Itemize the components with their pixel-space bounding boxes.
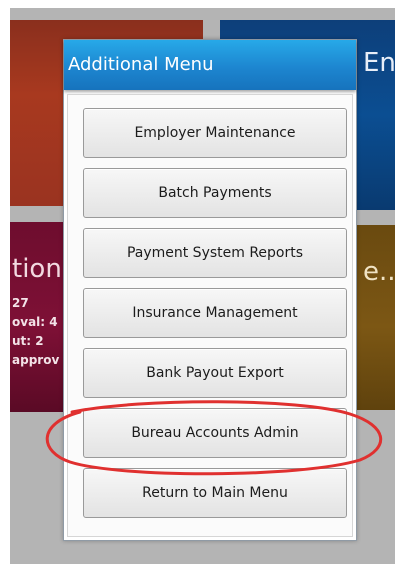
additional-menu-dialog: Additional Menu Employer Maintenance Bat… xyxy=(63,39,357,541)
batch-payments-button[interactable]: Batch Payments xyxy=(83,168,347,218)
tile-title: tion xyxy=(12,254,62,284)
tile-stat-line: ut: 2 xyxy=(12,334,44,348)
tile-stats: 27 oval: 4 ut: 2 approv xyxy=(12,294,59,370)
tile-title: e... xyxy=(363,257,395,287)
tile-stat-line: oval: 4 xyxy=(12,315,58,329)
tile-stat-line: approv xyxy=(12,353,60,367)
bureau-accounts-admin-button[interactable]: Bureau Accounts Admin xyxy=(83,408,347,458)
return-to-main-menu-button[interactable]: Return to Main Menu xyxy=(83,468,347,518)
bank-payout-export-button[interactable]: Bank Payout Export xyxy=(83,348,347,398)
payment-system-reports-button[interactable]: Payment System Reports xyxy=(83,228,347,278)
dialog-title: Additional Menu xyxy=(64,40,356,90)
dialog-body: Employer Maintenance Batch Payments Paym… xyxy=(67,94,353,537)
employer-maintenance-button[interactable]: Employer Maintenance xyxy=(83,108,347,158)
insurance-management-button[interactable]: Insurance Management xyxy=(83,288,347,338)
tile-title: En xyxy=(363,48,395,78)
tile-stat-line: 27 xyxy=(12,296,29,310)
